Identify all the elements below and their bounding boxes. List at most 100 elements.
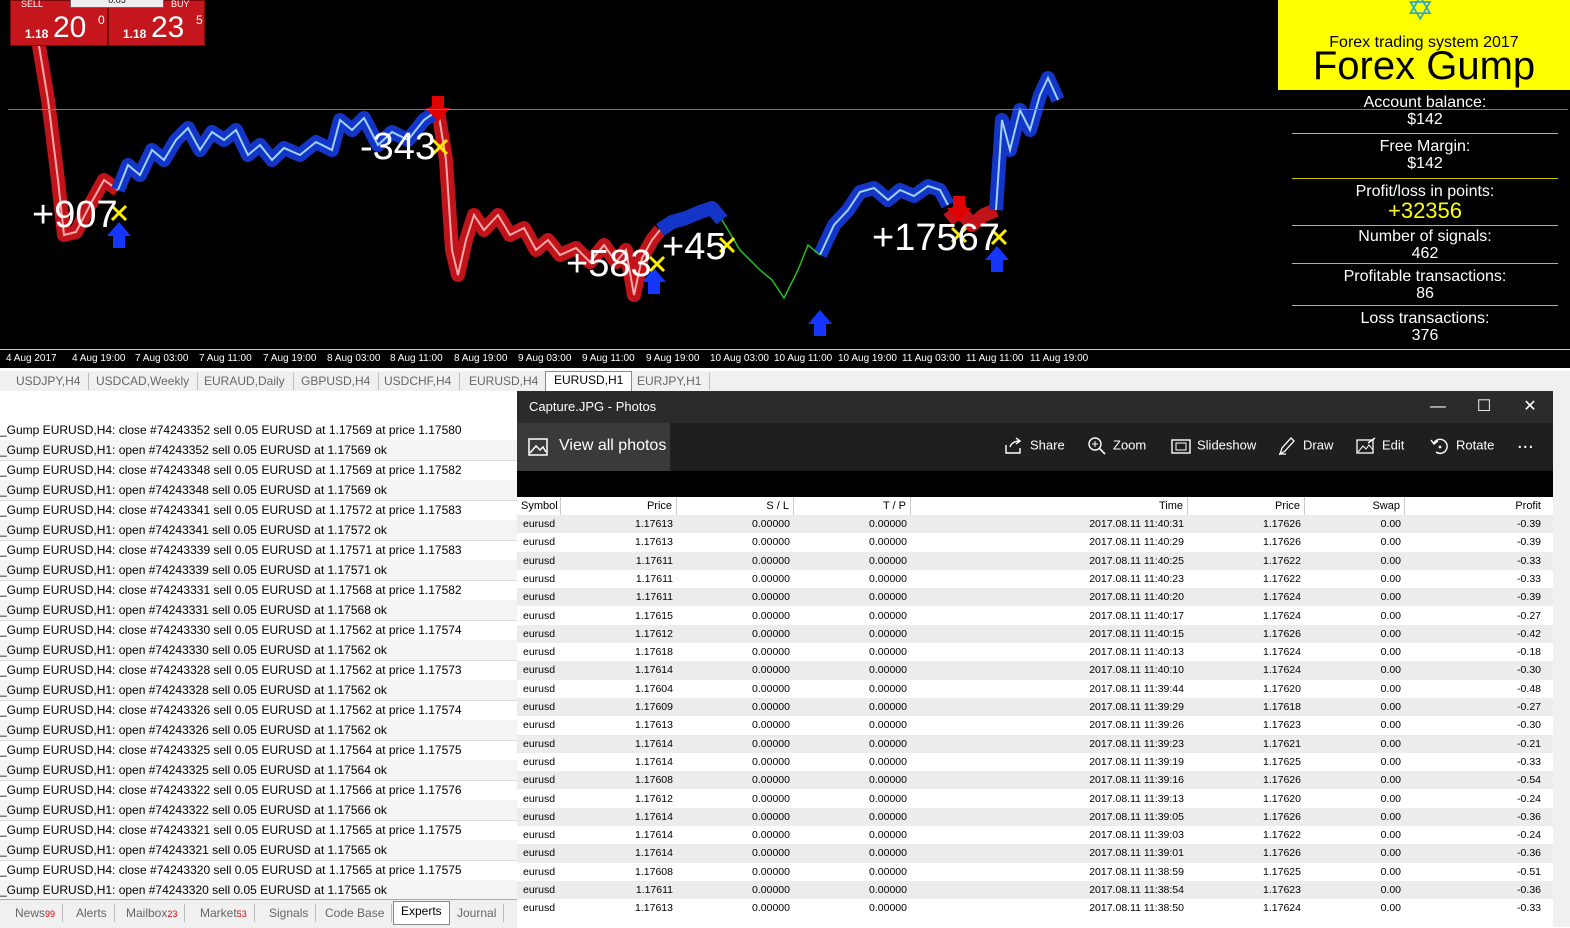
table-cell: 1.17608 (635, 865, 673, 878)
share-button[interactable]: Share (1004, 437, 1065, 455)
table-cell: -0.27 (1517, 609, 1541, 622)
table-cell: 0.00000 (752, 719, 790, 732)
buy-price-prefix: 1.18 (123, 27, 147, 41)
view-all-photos-button[interactable]: View all photos (517, 423, 670, 471)
table-cell: 0.00 (1380, 774, 1401, 787)
table-row[interactable]: eurusd 1.17611 0.00000 0.00000 2017.08.11 11… (517, 570, 1553, 588)
time-tick: 11 Aug 11:00 (966, 353, 1024, 364)
table-cell: 2017.08.11 11:40:20 (1089, 591, 1184, 604)
tab-alerts[interactable]: Alerts (69, 904, 115, 922)
table-row[interactable]: eurusd 1.17611 0.00000 0.00000 2017.08.11 11… (517, 551, 1553, 570)
log-line: _Gump EURUSD,H4: close #74243331 sell 0.… (0, 580, 517, 601)
chart-tab[interactable]: USDCHF,H4 (376, 373, 461, 390)
stat-number-signals: Number of signals: 462 (1292, 228, 1558, 264)
table-cell: 1.17622 (1263, 829, 1301, 842)
photos-title-bar[interactable]: Capture.JPG - Photos — ☐ ✕ (517, 391, 1553, 423)
tab-experts[interactable]: Experts (393, 901, 450, 925)
table-cell: 0.00000 (752, 810, 790, 823)
table-cell: 2017.08.11 11:39:44 (1089, 682, 1184, 695)
chart-tab[interactable]: USDCAD,Weekly (88, 373, 199, 390)
table-cell: 2017.08.11 11:40:23 (1089, 572, 1184, 585)
table-cell: eurusd (523, 701, 556, 713)
chart-tab[interactable]: EURUSD,H4 (461, 373, 548, 390)
table-row[interactable]: eurusd 1.17615 0.00000 0.00000 2017.08.11 11… (517, 607, 1553, 625)
log-line: _Gump EURUSD,H4: close #74243320 sell 0.… (0, 860, 517, 881)
tab-news[interactable]: News99 (8, 904, 64, 922)
tab-mailbox[interactable]: Mailbox23 (119, 904, 186, 922)
table-cell: 0.00000 (752, 792, 790, 805)
chart-tab[interactable]: EURAUD,Daily (196, 373, 294, 390)
table-row[interactable]: eurusd 1.17612 0.00000 0.00000 2017.08.11 11… (517, 624, 1553, 644)
draw-button[interactable]: Draw (1277, 437, 1333, 456)
experts-log[interactable]: _Gump EURUSD,H4: close #74243352 sell 0.… (0, 391, 517, 901)
table-cell: 1.17614 (635, 829, 673, 842)
table-row[interactable]: eurusd 1.17613 0.00000 0.00000 2017.08.11 11… (517, 533, 1553, 551)
table-cell: 2017.08.11 11:39:13 (1089, 792, 1184, 805)
table-row[interactable]: eurusd 1.17611 0.00000 0.00000 2017.08.11 11… (517, 588, 1553, 607)
tab-badge: 53 (236, 909, 247, 919)
chart-tab[interactable]: GBPUSD,H4 (293, 373, 380, 390)
table-cell: 0.00 (1380, 737, 1401, 750)
table-row[interactable]: eurusd 1.17604 0.00000 0.00000 2017.08.11 11… (517, 680, 1553, 698)
lot-size-input[interactable]: 0.05 (70, 0, 164, 8)
table-cell: 1.17622 (1263, 572, 1301, 585)
more-options-button[interactable]: ... (1517, 431, 1534, 454)
column-header: Swap (1305, 497, 1405, 515)
table-row[interactable]: eurusd 1.17613 0.00000 0.00000 2017.08.11 11… (517, 515, 1553, 534)
table-cell: eurusd (523, 518, 556, 530)
table-cell: 0.00 (1380, 646, 1401, 659)
tab-journal[interactable]: Journal (450, 904, 505, 922)
share-icon (1005, 437, 1022, 454)
tab-badge: 23 (167, 909, 178, 919)
table-row[interactable]: eurusd 1.17613 0.00000 0.00000 2017.08.11 11… (517, 899, 1553, 917)
table-cell: 1.17614 (635, 664, 673, 677)
table-cell: 0.00000 (869, 884, 907, 896)
table-cell: 1.17624 (1263, 902, 1301, 915)
table-row[interactable]: eurusd 1.17614 0.00000 0.00000 2017.08.11 11… (517, 844, 1553, 863)
neutral-price-line (721, 219, 821, 300)
table-row[interactable]: eurusd 1.17614 0.00000 0.00000 2017.08.11 11… (517, 661, 1553, 680)
table-row[interactable]: eurusd 1.17611 0.00000 0.00000 2017.08.11 11… (517, 881, 1553, 900)
table-cell: 0.00 (1380, 536, 1401, 549)
table-row[interactable]: eurusd 1.17608 0.00000 0.00000 2017.08.11 11… (517, 771, 1553, 790)
table-cell: 0.00000 (869, 591, 907, 604)
one-click-trading-panel: SELL 1.18 20 0 BUY 1.18 23 5 0.05 (10, 0, 205, 46)
table-cell: 0.00000 (869, 518, 907, 530)
close-button[interactable]: ✕ (1515, 395, 1545, 419)
stat-value: 86 (1416, 285, 1434, 302)
table-row[interactable]: eurusd 1.17614 0.00000 0.00000 2017.08.11 11… (517, 807, 1553, 827)
table-cell: 1.17614 (635, 737, 673, 750)
edit-button[interactable]: Edit (1356, 437, 1404, 455)
table-row[interactable]: eurusd 1.17609 0.00000 0.00000 2017.08.11 11… (517, 698, 1553, 717)
table-row[interactable]: eurusd 1.17608 0.00000 0.00000 2017.08.11 11… (517, 863, 1553, 881)
table-cell: 0.00000 (869, 902, 907, 915)
column-header: Price (561, 497, 677, 515)
table-row[interactable]: eurusd 1.17614 0.00000 0.00000 2017.08.11 11… (517, 734, 1553, 753)
chart-tab-active[interactable]: EURUSD,H1 (545, 371, 633, 392)
table-row[interactable]: eurusd 1.17613 0.00000 0.00000 2017.08.11 11… (517, 716, 1553, 734)
minimize-button[interactable]: — (1423, 395, 1453, 419)
zoom-button[interactable]: Zoom (1087, 437, 1146, 455)
rotate-button[interactable]: Rotate (1430, 437, 1494, 455)
table-cell: 0.00000 (869, 792, 907, 805)
tab-code-base[interactable]: Code Base (318, 904, 393, 922)
table-row[interactable]: eurusd 1.17614 0.00000 0.00000 2017.08.11 11… (517, 753, 1553, 771)
table-row[interactable]: eurusd 1.17614 0.00000 0.00000 2017.08.11 11… (517, 826, 1553, 844)
tab-signals[interactable]: Signals (262, 904, 317, 922)
maximize-button[interactable]: ☐ (1469, 395, 1499, 419)
table-row[interactable]: eurusd 1.17618 0.00000 0.00000 2017.08.11 11… (517, 643, 1553, 661)
table-cell: 0.00000 (869, 627, 907, 640)
tab-market[interactable]: Market53 (193, 904, 255, 922)
chart-tab[interactable]: EURJPY,H1 (629, 373, 711, 390)
table-cell: -0.36 (1517, 847, 1541, 860)
table-cell: 0.00 (1380, 902, 1401, 915)
price-chart[interactable]: +907 -343 +583 +45 +17567 SELL 1.18 20 0… (0, 0, 1570, 368)
vertical-scrollbar[interactable] (1553, 391, 1570, 927)
table-cell: 1.17611 (635, 572, 673, 585)
slideshow-button[interactable]: Slideshow (1171, 437, 1256, 455)
table-cell: 1.17626 (1263, 536, 1301, 549)
table-cell: 0.00000 (752, 902, 790, 915)
chart-tab[interactable]: USDJPY,H4 (8, 373, 90, 390)
table-row[interactable]: eurusd 1.17612 0.00000 0.00000 2017.08.11 11… (517, 790, 1553, 808)
time-tick: 7 Aug 19:00 (263, 353, 317, 364)
